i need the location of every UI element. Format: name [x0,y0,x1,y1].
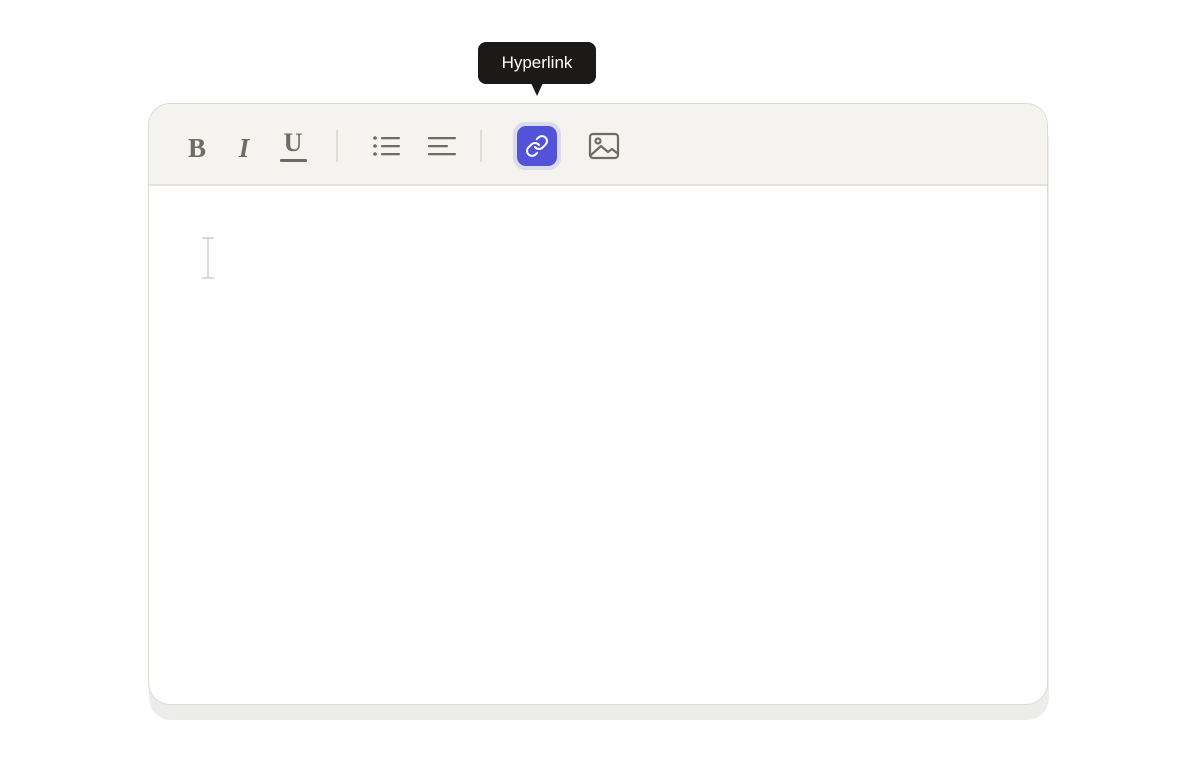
hyperlink-button-fill [517,126,557,166]
tooltip-text: Hyperlink [501,53,573,72]
bold-button[interactable]: B [179,130,215,166]
underline-button[interactable]: U [273,128,313,164]
rich-text-editor: B I U [148,103,1048,705]
hyperlink-tooltip: Hyperlink [478,42,596,84]
app-stage: B I U Hyperlink [0,0,1200,760]
tooltip-arrow [531,83,543,96]
toolbar-divider [336,130,338,162]
align-left-icon [428,137,456,156]
toolbar-divider [480,130,482,162]
link-icon [526,135,548,157]
italic-label: I [238,132,250,163]
underline-label: U [283,128,303,158]
text-cursor-icon [202,237,214,279]
editor-toolbar: B I U [149,104,1047,186]
image-icon [588,132,620,160]
hyperlink-button[interactable] [513,122,561,170]
bold-label: B [187,132,206,163]
insert-image-button[interactable] [585,128,623,164]
align-left-button[interactable] [424,128,460,164]
underline-bar [279,159,307,162]
italic-button[interactable]: I [226,130,262,166]
bulleted-list-button[interactable] [369,128,405,164]
bulleted-list-icon [373,136,400,156]
